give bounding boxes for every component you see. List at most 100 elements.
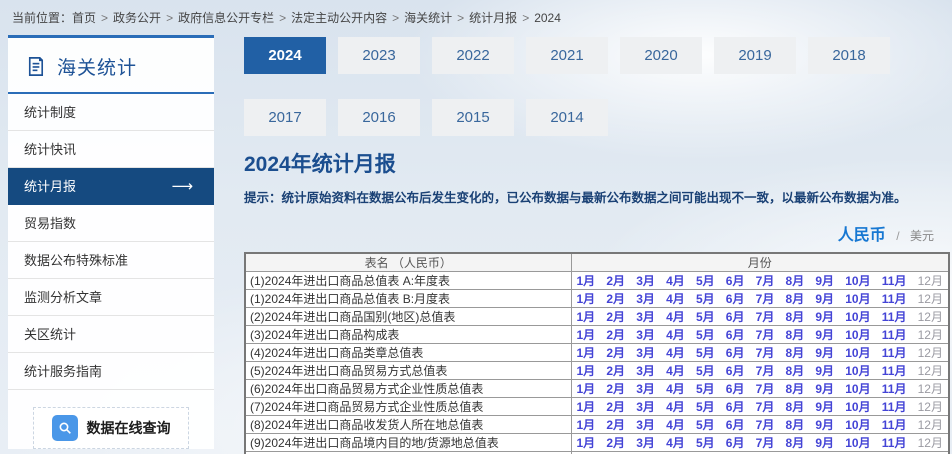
month-link[interactable]: 1月	[577, 398, 596, 415]
month-link[interactable]: 11月	[882, 326, 907, 343]
breadcrumb-item[interactable]: 海关统计	[404, 11, 452, 25]
month-link[interactable]: 1月	[577, 272, 596, 289]
currency-usd[interactable]: 美元	[910, 229, 934, 243]
month-link[interactable]: 6月	[726, 290, 745, 307]
month-link[interactable]: 8月	[786, 344, 805, 361]
month-link[interactable]: 5月	[696, 362, 715, 379]
month-link[interactable]: 1月	[577, 416, 596, 433]
month-link[interactable]: 6月	[726, 326, 745, 343]
year-tab-2024[interactable]: 2024	[244, 37, 326, 74]
breadcrumb-item[interactable]: 政务公开	[113, 11, 161, 25]
month-link[interactable]: 2月	[606, 272, 625, 289]
month-link[interactable]: 6月	[726, 362, 745, 379]
month-link[interactable]: 11月	[882, 398, 907, 415]
table-name-cell[interactable]: (1)2024年进出口商品总值表 B:月度表	[245, 290, 571, 308]
month-link[interactable]: 4月	[666, 326, 685, 343]
month-link[interactable]: 9月	[815, 362, 834, 379]
month-link[interactable]: 10月	[845, 290, 870, 307]
month-link[interactable]: 5月	[696, 344, 715, 361]
month-link[interactable]: 11月	[882, 416, 907, 433]
month-link[interactable]: 2月	[606, 362, 625, 379]
month-link[interactable]: 7月	[756, 434, 775, 451]
month-link[interactable]: 3月	[636, 272, 655, 289]
month-link[interactable]: 3月	[636, 326, 655, 343]
month-link[interactable]: 10月	[845, 362, 870, 379]
currency-cny[interactable]: 人民币	[838, 227, 886, 244]
month-link[interactable]: 3月	[636, 380, 655, 397]
year-tab-2022[interactable]: 2022	[432, 37, 514, 74]
month-link[interactable]: 11月	[882, 434, 907, 451]
month-link[interactable]: 1月	[577, 326, 596, 343]
year-tab-2014[interactable]: 2014	[526, 99, 608, 136]
sidebar-item-统计快讯[interactable]: 统计快讯	[8, 131, 214, 168]
month-link[interactable]: 11月	[882, 272, 907, 289]
month-link[interactable]: 7月	[756, 398, 775, 415]
month-link[interactable]: 11月	[882, 362, 907, 379]
month-link[interactable]: 4月	[666, 398, 685, 415]
year-tab-2020[interactable]: 2020	[620, 37, 702, 74]
month-link[interactable]: 7月	[756, 416, 775, 433]
month-link[interactable]: 6月	[726, 398, 745, 415]
table-name-cell[interactable]: (1)2024年进出口商品总值表 A:年度表	[245, 272, 571, 290]
month-link[interactable]: 8月	[786, 380, 805, 397]
month-link[interactable]: 4月	[666, 344, 685, 361]
month-link[interactable]: 9月	[815, 434, 834, 451]
month-link[interactable]: 6月	[726, 308, 745, 325]
month-link[interactable]: 8月	[786, 326, 805, 343]
month-link[interactable]: 5月	[696, 326, 715, 343]
breadcrumb-item[interactable]: 统计月报	[469, 11, 517, 25]
year-tab-2017[interactable]: 2017	[244, 99, 326, 136]
month-link[interactable]: 7月	[756, 290, 775, 307]
month-link[interactable]: 11月	[882, 290, 907, 307]
sidebar-item-统计制度[interactable]: 统计制度	[8, 94, 214, 131]
month-link[interactable]: 10月	[845, 344, 870, 361]
month-link[interactable]: 5月	[696, 308, 715, 325]
month-link[interactable]: 11月	[882, 308, 907, 325]
table-name-cell[interactable]: (7)2024年进口商品贸易方式企业性质总值表	[245, 398, 571, 416]
month-link[interactable]: 10月	[845, 272, 870, 289]
month-link[interactable]: 5月	[696, 416, 715, 433]
sidebar-item-贸易指数[interactable]: 贸易指数	[8, 205, 214, 242]
month-link[interactable]: 8月	[786, 272, 805, 289]
month-link[interactable]: 8月	[786, 416, 805, 433]
month-link[interactable]: 1月	[577, 344, 596, 361]
month-link[interactable]: 4月	[666, 434, 685, 451]
month-link[interactable]: 10月	[845, 398, 870, 415]
month-link[interactable]: 6月	[726, 344, 745, 361]
month-link[interactable]: 5月	[696, 398, 715, 415]
month-link[interactable]: 5月	[696, 434, 715, 451]
year-tab-2018[interactable]: 2018	[808, 37, 890, 74]
month-link[interactable]: 5月	[696, 380, 715, 397]
month-link[interactable]: 4月	[666, 380, 685, 397]
year-tab-2015[interactable]: 2015	[432, 99, 514, 136]
month-link[interactable]: 8月	[786, 290, 805, 307]
table-name-cell[interactable]: (9)2024年进出口商品境内目的地/货源地总值表	[245, 434, 571, 452]
year-tab-2016[interactable]: 2016	[338, 99, 420, 136]
month-link[interactable]: 4月	[666, 416, 685, 433]
month-link[interactable]: 6月	[726, 272, 745, 289]
month-link[interactable]: 3月	[636, 434, 655, 451]
month-link[interactable]: 2月	[606, 380, 625, 397]
sidebar-item-关区统计[interactable]: 关区统计	[8, 316, 214, 353]
sidebar-item-监测分析文章[interactable]: 监测分析文章	[8, 279, 214, 316]
month-link[interactable]: 2月	[606, 416, 625, 433]
data-query-button[interactable]: 数据在线查询	[33, 407, 189, 449]
month-link[interactable]: 9月	[815, 272, 834, 289]
year-tab-2019[interactable]: 2019	[714, 37, 796, 74]
year-tab-2021[interactable]: 2021	[526, 37, 608, 74]
month-link[interactable]: 7月	[756, 308, 775, 325]
month-link[interactable]: 5月	[696, 272, 715, 289]
breadcrumb-item[interactable]: 政府信息公开专栏	[178, 11, 274, 25]
month-link[interactable]: 5月	[696, 290, 715, 307]
month-link[interactable]: 10月	[845, 308, 870, 325]
month-link[interactable]: 11月	[882, 380, 907, 397]
month-link[interactable]: 9月	[815, 290, 834, 307]
table-name-cell[interactable]: (5)2024年进出口商品贸易方式总值表	[245, 362, 571, 380]
table-name-cell[interactable]: (2)2024年进出口商品国别(地区)总值表	[245, 308, 571, 326]
month-link[interactable]: 3月	[636, 344, 655, 361]
year-tab-2023[interactable]: 2023	[338, 37, 420, 74]
month-link[interactable]: 9月	[815, 416, 834, 433]
month-link[interactable]: 10月	[845, 326, 870, 343]
table-name-cell[interactable]: (6)2024年出口商品贸易方式企业性质总值表	[245, 380, 571, 398]
month-link[interactable]: 4月	[666, 308, 685, 325]
